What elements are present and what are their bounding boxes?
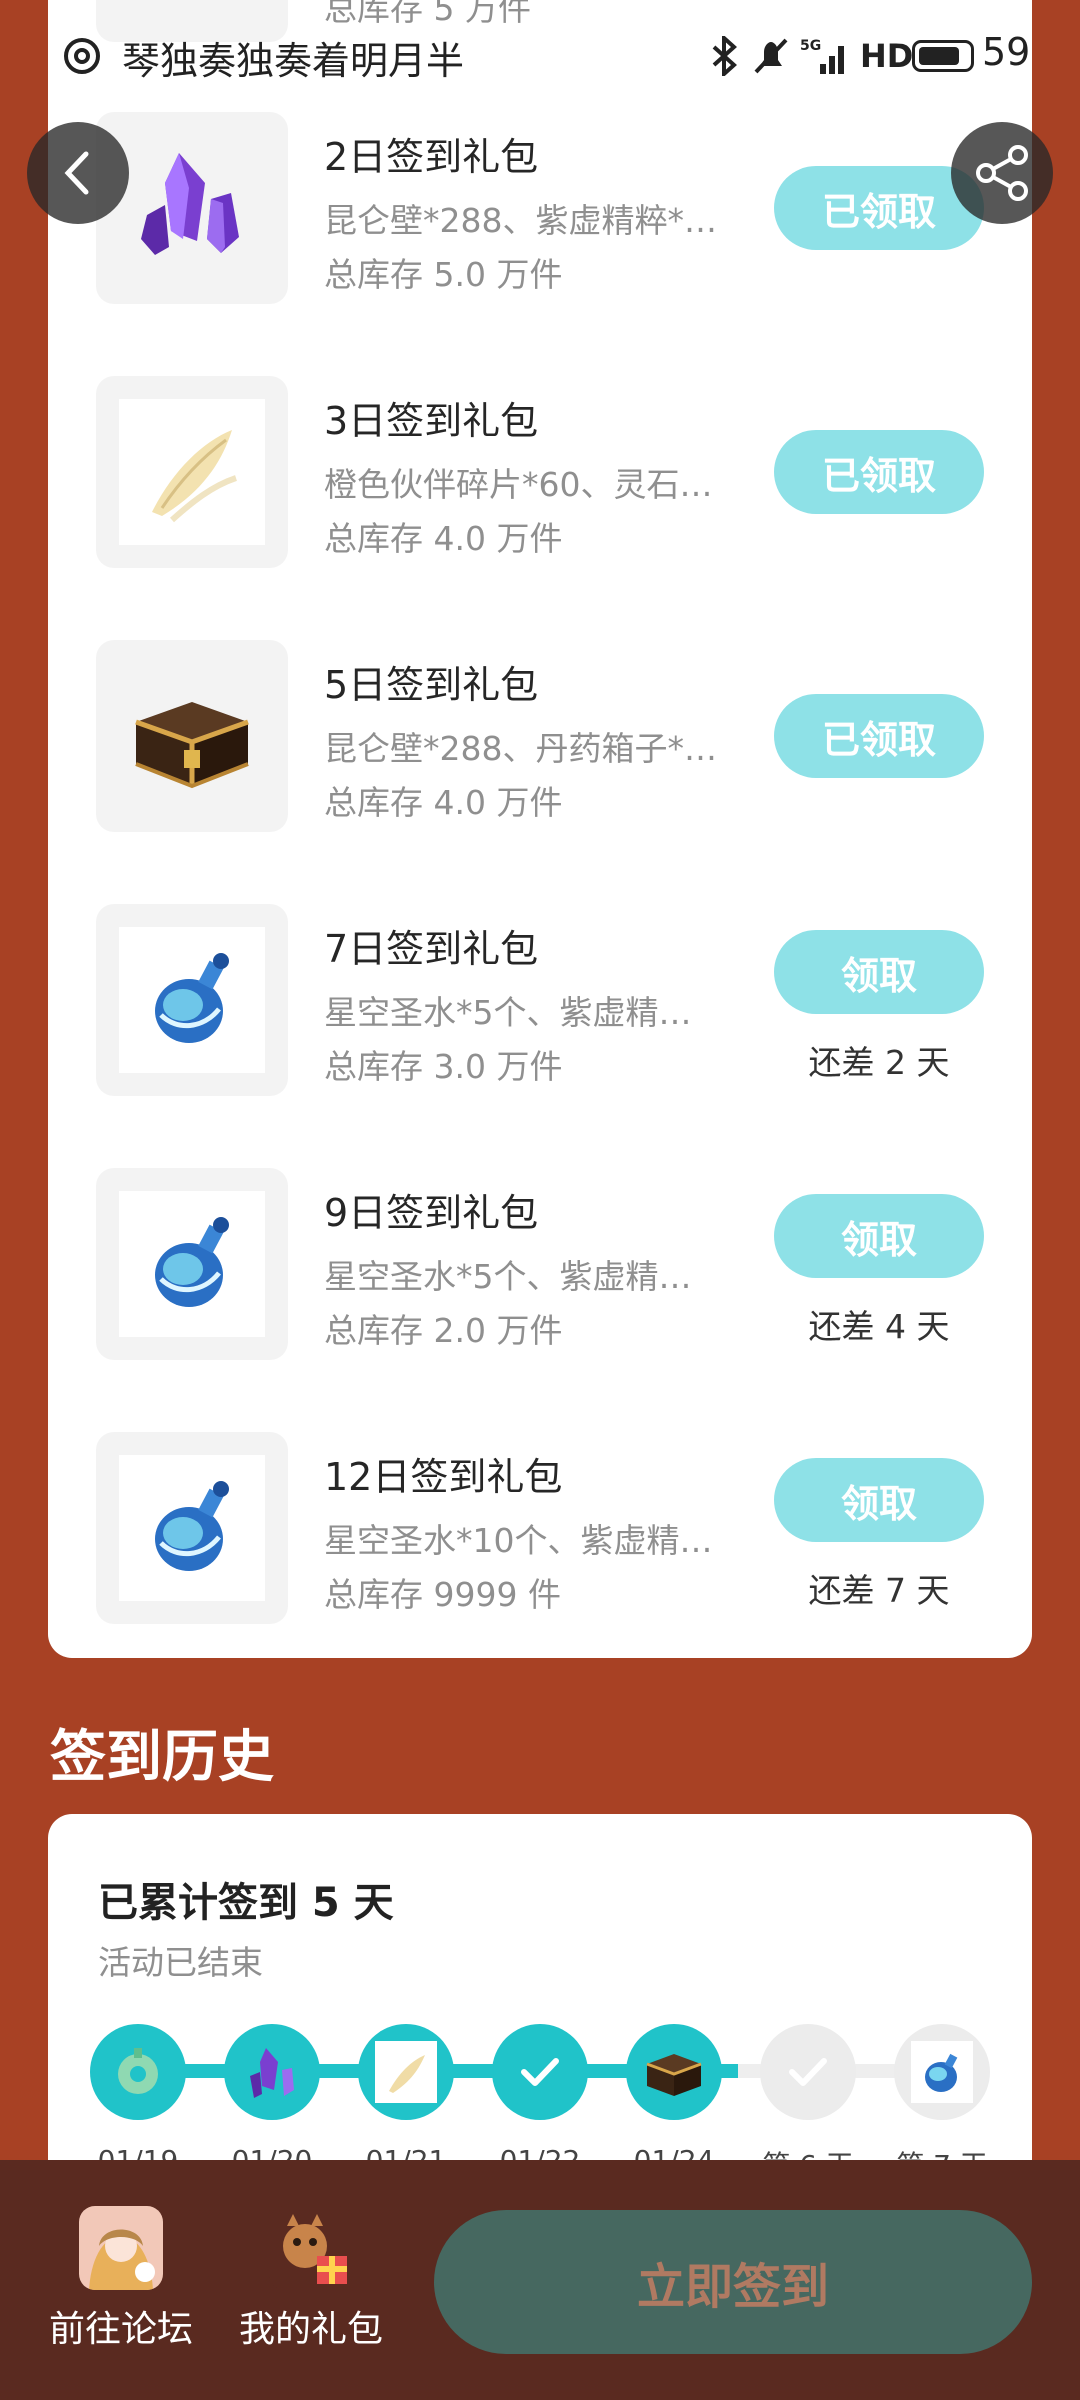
my-gifts-link[interactable]: 我的礼包 xyxy=(216,2206,406,2352)
status-bar: 琴独奏独奏着明月半 5G HD 59 xyxy=(0,0,1080,100)
gift-thumbnail xyxy=(96,904,288,1096)
gift-stock: 总库存 5.0 万件 xyxy=(324,255,563,294)
gold-feather-icon xyxy=(389,2055,425,2093)
status-icons: 5G HD xyxy=(708,34,913,78)
claim-button[interactable]: 领取 xyxy=(774,1458,984,1542)
gift-thumbnail xyxy=(96,640,288,832)
purple-crystal-icon xyxy=(141,153,239,255)
claimed-button[interactable]: 已领取 xyxy=(774,694,984,778)
forum-avatar-icon xyxy=(79,2206,163,2290)
gift-image-frame xyxy=(119,399,265,545)
gift-row: 7日签到礼包 星空圣水*5个、紫虚精… 总库存 3.0 万件 领取 还差 2 天 xyxy=(48,904,1032,1104)
potion-bottle-icon xyxy=(155,1217,229,1307)
gift-image-frame xyxy=(119,1191,265,1337)
gift-stock: 总库存 9999 件 xyxy=(324,1575,561,1614)
claim-button[interactable]: 领取 xyxy=(774,1194,984,1278)
gift-row: 5日签到礼包 昆仑壁*288、丹药箱子*… 总库存 4.0 万件 已领取 xyxy=(48,640,1032,840)
potion-bottle-icon xyxy=(155,953,229,1043)
gift-name: 7日签到礼包 xyxy=(324,927,539,971)
purple-crystal-icon xyxy=(250,2048,294,2098)
check-icon xyxy=(521,2058,559,2086)
battery-level: 59 xyxy=(982,30,1031,74)
history-node xyxy=(358,2024,454,2120)
gift-row: 9日签到礼包 星空圣水*5个、紫虚精… 总库存 2.0 万件 领取 还差 4 天 xyxy=(48,1168,1032,1368)
days-remaining: 还差 4 天 xyxy=(808,1307,950,1346)
gold-feather-icon xyxy=(152,430,237,523)
gift-stock: 总库存 3.0 万件 xyxy=(324,1047,563,1086)
claim-button[interactable]: 领取 xyxy=(774,930,984,1014)
chevron-left-icon xyxy=(64,151,89,195)
checkin-count: 已累计签到 5 天 xyxy=(98,1880,394,1926)
activity-status: 活动已结束 xyxy=(98,1943,263,1982)
bluetooth-icon xyxy=(712,36,737,76)
gift-image-frame xyxy=(119,927,265,1073)
history-node xyxy=(626,2024,722,2120)
potion-bottle-icon xyxy=(925,2053,958,2092)
gift-avatar-icon xyxy=(269,2206,353,2290)
history-node xyxy=(894,2024,990,2120)
forum-label: 前往论坛 xyxy=(48,2309,193,2350)
gift-name: 9日签到礼包 xyxy=(324,1191,539,1235)
history-heading: 签到历史 xyxy=(50,1725,274,1790)
history-node xyxy=(90,2024,186,2120)
music-player-icon xyxy=(64,38,100,74)
gift-description: 橙色伙伴碎片*60、灵石… xyxy=(324,465,713,504)
mute-bell-icon xyxy=(754,38,788,74)
gift-thumbnail xyxy=(96,1168,288,1360)
gift-stock: 总库存 4.0 万件 xyxy=(324,519,563,558)
signal-5g-icon: 5G xyxy=(800,38,844,74)
gift-image-frame xyxy=(375,2041,437,2103)
potion-bottle-icon xyxy=(155,1481,229,1571)
share-icon xyxy=(976,145,1028,201)
gift-stock: 总库存 2.0 万件 xyxy=(324,1311,563,1350)
jade-ring-icon xyxy=(118,2048,158,2094)
check-icon xyxy=(789,2058,827,2086)
back-button[interactable] xyxy=(27,122,129,224)
bottom-action-bar: 前往论坛 我的礼包 立即签到 xyxy=(0,2160,1080,2400)
gift-row: 12日签到礼包 星空圣水*10个、紫虚精… 总库存 9999 件 领取 还差 7… xyxy=(48,1432,1032,1632)
my-gifts-label: 我的礼包 xyxy=(238,2309,383,2350)
gift-name: 12日签到礼包 xyxy=(324,1455,563,1499)
gift-image-frame xyxy=(119,1455,265,1601)
now-playing-text: 琴独奏独奏着明月半 xyxy=(122,39,465,83)
gift-description: 星空圣水*5个、紫虚精… xyxy=(324,993,692,1032)
gift-name: 2日签到礼包 xyxy=(324,135,539,179)
gift-description: 星空圣水*5个、紫虚精… xyxy=(324,1257,692,1296)
share-button[interactable] xyxy=(951,122,1053,224)
gift-description: 昆仑壁*288、紫虚精粹*… xyxy=(324,201,717,240)
hd-label: HD xyxy=(860,37,914,75)
svg-text:5G: 5G xyxy=(800,38,821,54)
gift-image-frame xyxy=(911,2041,973,2103)
battery-icon xyxy=(912,40,974,72)
days-remaining: 还差 7 天 xyxy=(808,1571,950,1610)
treasure-chest-icon xyxy=(135,702,249,789)
history-node xyxy=(760,2024,856,2120)
history-node xyxy=(492,2024,588,2120)
gift-stock: 总库存 4.0 万件 xyxy=(324,783,563,822)
checkin-now-button[interactable]: 立即签到 xyxy=(434,2210,1032,2354)
gift-name: 3日签到礼包 xyxy=(324,399,539,443)
gift-description: 昆仑壁*288、丹药箱子*… xyxy=(324,729,717,768)
gift-thumbnail xyxy=(96,376,288,568)
gift-thumbnail xyxy=(96,112,288,304)
claimed-button[interactable]: 已领取 xyxy=(774,430,984,514)
gift-thumbnail xyxy=(96,1432,288,1624)
gift-list-card: 总库存 5 万件 2日签到礼包 昆仑壁*288、紫虚精粹*… 总库存 5.0 万… xyxy=(48,0,1032,1658)
treasure-chest-icon xyxy=(646,2054,702,2096)
gift-row: 2日签到礼包 昆仑壁*288、紫虚精粹*… 总库存 5.0 万件 已领取 xyxy=(48,112,1032,312)
days-remaining: 还差 2 天 xyxy=(808,1043,950,1082)
gift-name: 5日签到礼包 xyxy=(324,663,539,707)
forum-link[interactable]: 前往论坛 xyxy=(26,2206,216,2352)
history-node xyxy=(224,2024,320,2120)
gift-row: 3日签到礼包 橙色伙伴碎片*60、灵石… 总库存 4.0 万件 已领取 xyxy=(48,376,1032,576)
gift-description: 星空圣水*10个、紫虚精… xyxy=(324,1521,713,1560)
